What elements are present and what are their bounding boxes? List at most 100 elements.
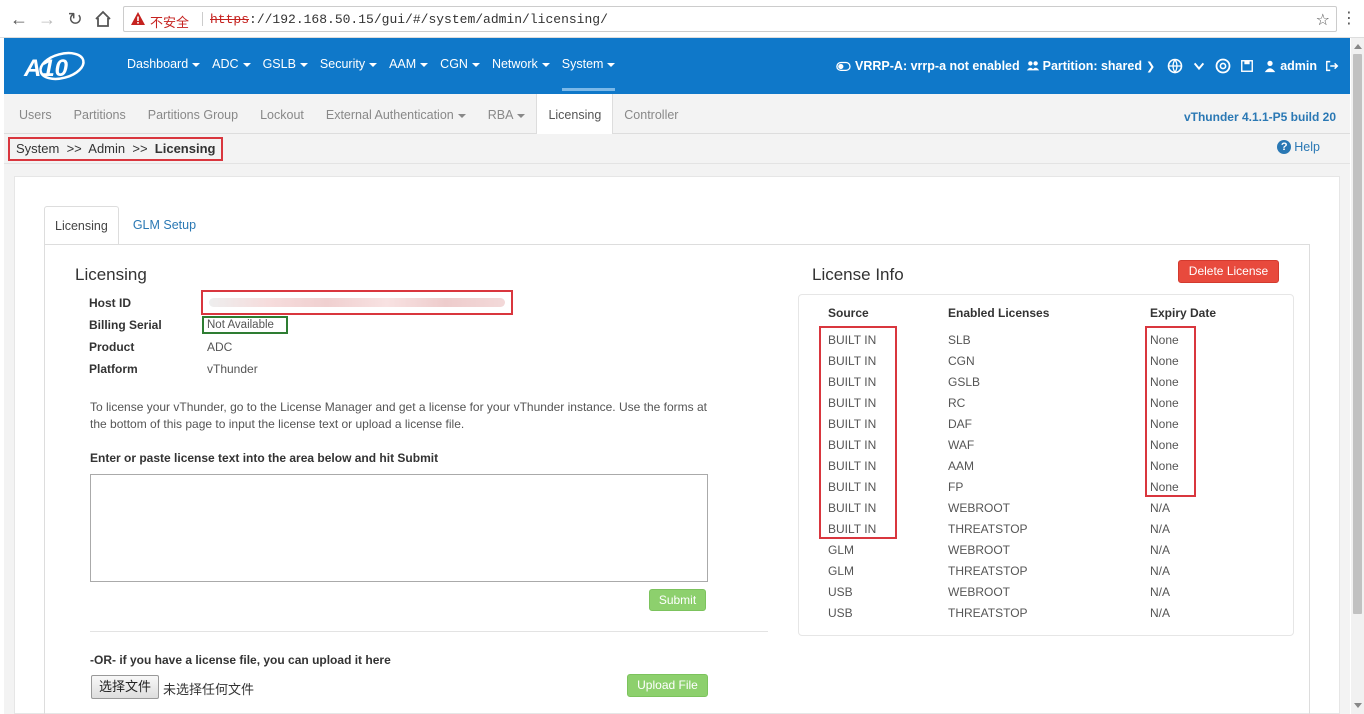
- nav-gslb[interactable]: GSLB: [257, 38, 314, 94]
- reload-icon[interactable]: ↻: [64, 8, 86, 30]
- product-value: ADC: [207, 340, 233, 354]
- breadcrumb-system[interactable]: System: [16, 141, 59, 156]
- warning-icon: [131, 12, 145, 25]
- subnav-label: Controller: [624, 108, 679, 122]
- url-text[interactable]: https://192.168.50.15/gui/#/system/admin…: [210, 12, 608, 27]
- subnav-external-authentication[interactable]: External Authentication: [315, 94, 477, 134]
- subnav-label: Users: [19, 108, 52, 122]
- user-label: admin: [1280, 59, 1317, 73]
- expiry-cell: N/A: [1150, 522, 1171, 536]
- url-protocol: https: [210, 12, 250, 27]
- licensing-title: Licensing: [75, 265, 147, 284]
- tab-label: GLM Setup: [132, 218, 197, 232]
- help-label: Help: [1294, 140, 1320, 154]
- browser-menu-icon[interactable]: ⋮: [1341, 9, 1357, 29]
- expiry-cell: N/A: [1150, 606, 1171, 620]
- back-arrow-icon[interactable]: ←: [8, 8, 30, 30]
- user-menu[interactable]: admin: [1263, 59, 1317, 73]
- source-cell: USB: [828, 606, 853, 620]
- column-header-enabled-licenses: Enabled Licenses: [948, 306, 1050, 320]
- users-icon: [1026, 61, 1039, 71]
- breadcrumb-admin[interactable]: Admin: [88, 141, 125, 156]
- subnav-rba[interactable]: RBA: [477, 94, 537, 134]
- product-label: Product: [89, 340, 135, 354]
- nav-dashboard[interactable]: Dashboard: [121, 38, 206, 94]
- license-cell: THREATSTOP: [948, 606, 1028, 620]
- source-cell: USB: [828, 585, 853, 599]
- source-cell: GLM: [828, 564, 855, 578]
- user-icon: [1264, 60, 1276, 73]
- license-cell: WEBROOT: [948, 501, 1010, 515]
- url-path: ://192.168.50.15/gui/#/system/admin/lice…: [249, 12, 608, 27]
- globe-icon[interactable]: [1167, 58, 1183, 74]
- bookmark-star-icon[interactable]: ☆: [1316, 10, 1330, 30]
- subnav-partitions[interactable]: Partitions: [63, 94, 137, 134]
- choose-file-button[interactable]: 选择文件: [91, 675, 159, 699]
- subnav-users[interactable]: Users: [4, 94, 63, 134]
- license-cell: WEBROOT: [948, 585, 1010, 599]
- nav-label: Dashboard: [127, 57, 189, 71]
- forward-arrow-icon[interactable]: →: [36, 8, 58, 30]
- header-status: VRRP-A: vrrp-a not enabled Partition: sh…: [828, 38, 1342, 94]
- upload-file-button[interactable]: Upload File: [627, 674, 708, 697]
- partition-dropdown[interactable]: Partition: shared ❯: [1026, 59, 1155, 73]
- lifebuoy-icon[interactable]: [1215, 58, 1231, 74]
- scroll-up-arrow[interactable]: [1354, 44, 1362, 49]
- expiry-cell: N/A: [1150, 585, 1171, 599]
- licensing-description: To license your vThunder, go to the Lice…: [90, 400, 708, 431]
- breadcrumb-licensing: Licensing: [154, 141, 216, 156]
- tab-glm-setup[interactable]: GLM Setup: [123, 206, 206, 245]
- insecure-label: 不安全: [150, 15, 190, 30]
- save-icon[interactable]: [1240, 59, 1254, 73]
- nav-aam[interactable]: AAM: [383, 38, 434, 94]
- nav-security[interactable]: Security: [314, 38, 383, 94]
- platform-value: vThunder: [207, 362, 258, 376]
- nav-system[interactable]: System: [556, 38, 622, 94]
- nav-label: ADC: [212, 57, 239, 71]
- subnav-controller[interactable]: Controller: [613, 94, 689, 134]
- expiry-cell: N/A: [1150, 543, 1171, 557]
- license-text-input[interactable]: [90, 474, 708, 582]
- scroll-down-arrow[interactable]: [1354, 703, 1362, 708]
- subnav-lockout[interactable]: Lockout: [249, 94, 315, 134]
- sub-nav: Users Partitions Partitions Group Lockou…: [4, 94, 1350, 135]
- expiry-cell: N/A: [1150, 501, 1171, 515]
- license-cell: CGN: [948, 354, 975, 368]
- source-cell: GLM: [828, 543, 855, 557]
- breadcrumb-row: System >> Admin >> Licensing ? Help: [4, 134, 1350, 164]
- url-separator: [202, 12, 203, 26]
- subnav-label: Lockout: [260, 108, 304, 122]
- breadcrumb-separator: >>: [66, 141, 82, 156]
- nav-label: CGN: [440, 57, 468, 71]
- submit-button[interactable]: Submit: [649, 589, 706, 611]
- subnav-partitions-group[interactable]: Partitions Group: [137, 94, 249, 134]
- billing-serial-value: Not Available: [202, 316, 288, 334]
- scroll-thumb[interactable]: [1353, 54, 1362, 614]
- help-link[interactable]: ? Help: [1277, 140, 1320, 154]
- a10-logo[interactable]: A10: [22, 50, 86, 82]
- license-cell: AAM: [948, 459, 975, 473]
- no-file-label: 未选择任何文件: [163, 682, 255, 697]
- nav-label: Security: [319, 57, 366, 71]
- license-cell: WAF: [948, 438, 975, 452]
- logout-icon[interactable]: [1325, 59, 1339, 73]
- logo-text: A10: [23, 55, 69, 82]
- breadcrumb: System >> Admin >> Licensing: [8, 137, 224, 161]
- page-scrollbar[interactable]: [1351, 38, 1364, 714]
- nav-network[interactable]: Network: [486, 38, 556, 94]
- chevron-down-icon[interactable]: [1192, 59, 1206, 73]
- delete-license-button[interactable]: Delete License: [1178, 260, 1279, 283]
- platform-label: Platform: [89, 362, 138, 376]
- subnav-licensing[interactable]: Licensing: [536, 94, 614, 135]
- vrrp-status[interactable]: VRRP-A: vrrp-a not enabled: [834, 59, 1020, 73]
- license-cell: THREATSTOP: [948, 522, 1028, 536]
- column-header-source: Source: [828, 306, 869, 320]
- subnav-label: External Authentication: [325, 108, 454, 122]
- tab-licensing[interactable]: Licensing: [44, 206, 119, 245]
- nav-cgn[interactable]: CGN: [434, 38, 486, 94]
- vrrp-label: VRRP-A: vrrp-a not enabled: [855, 59, 1020, 73]
- enter-license-label: Enter or paste license text into the are…: [90, 451, 439, 465]
- home-icon[interactable]: [92, 8, 114, 30]
- nav-adc[interactable]: ADC: [206, 38, 256, 94]
- address-bar[interactable]: 不安全 https://192.168.50.15/gui/#/system/a…: [123, 6, 1337, 32]
